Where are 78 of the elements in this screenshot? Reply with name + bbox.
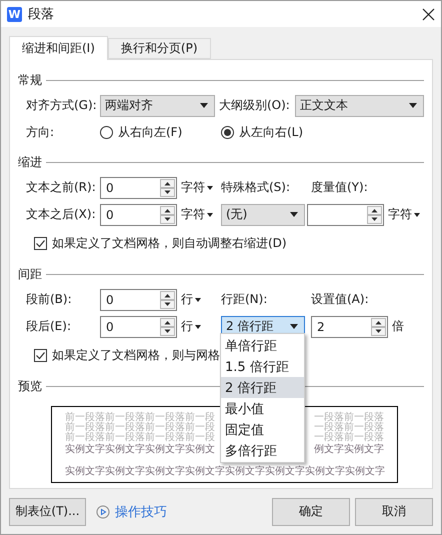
caret-icon	[207, 212, 213, 216]
number-field[interactable]: 0	[100, 288, 177, 310]
section-heading: 间距	[18, 266, 42, 282]
alignment-select[interactable]: 两端对齐	[100, 94, 215, 116]
unit-dropdown[interactable]: 字符	[181, 206, 205, 223]
number-field[interactable]: 2	[311, 316, 388, 338]
spinner-arrows-icon[interactable]	[160, 290, 175, 308]
field-label: 段后(E):	[26, 318, 72, 335]
spinner-arrows-icon[interactable]	[367, 206, 382, 224]
tab[interactable]: 换行和分页(P)	[108, 38, 211, 59]
field-label: 行距(N):	[221, 291, 268, 308]
preview-text: 一段落前一段落	[314, 413, 384, 423]
section-heading: 缩进	[18, 154, 42, 170]
preview-text: 实例文字实例文字实例文字实例文	[65, 445, 215, 455]
menu-item[interactable]: 固定值	[221, 419, 304, 440]
caret-icon	[409, 103, 417, 108]
spinner-arrows-icon[interactable]	[371, 318, 386, 336]
preview-text: 一段落前一段落	[314, 423, 384, 433]
checkbox[interactable]	[34, 348, 47, 362]
section-heading: 预览	[18, 378, 42, 394]
field-label: 段前(B):	[26, 291, 73, 308]
cancel-button[interactable]: 取消	[355, 498, 433, 526]
caret-icon	[290, 324, 298, 329]
play-icon	[96, 504, 110, 518]
caret-icon	[414, 212, 420, 216]
radio-label[interactable]: 从左向右(L)	[239, 124, 304, 141]
caret-icon	[195, 298, 201, 302]
radio-label[interactable]: 从右向左(F)	[118, 124, 221, 141]
special-format-select[interactable]: (无)	[221, 204, 305, 226]
preview-text: 实例文字实例文字实例文字实例文字实例文字实例文字实例文字实例文字	[65, 467, 385, 477]
number-field[interactable]: 0	[100, 316, 177, 338]
field-label: 设置值(A):	[311, 291, 370, 308]
menu-item[interactable]: 单倍行距	[221, 335, 304, 356]
menu-item[interactable]: 多倍行距	[221, 440, 304, 461]
number-field[interactable]: 0	[100, 204, 177, 226]
number-field[interactable]	[307, 204, 384, 226]
radio-button[interactable]	[100, 126, 113, 139]
checkbox[interactable]	[34, 236, 47, 250]
unit-dropdown[interactable]: 行	[181, 291, 193, 308]
checkbox-label[interactable]: 如果定义了文档网格，则自动调整右缩进(D)	[52, 234, 287, 252]
radio-button[interactable]	[221, 126, 234, 139]
unit-dropdown[interactable]: 行	[181, 318, 193, 335]
unit-dropdown[interactable]: 字符	[181, 179, 205, 196]
field-label: 特殊格式(S):	[221, 179, 292, 196]
spinner-arrows-icon[interactable]	[160, 206, 175, 224]
window-title: 段落	[28, 6, 55, 23]
caret-icon	[195, 324, 201, 328]
outline-level-select[interactable]: 正文文本	[295, 94, 424, 116]
preview-text: 前一段落前一段落前一段落前一段	[65, 433, 215, 443]
section-heading: 常规	[18, 72, 42, 88]
preview-text: 前一段落前一段落前一段落前一段	[65, 423, 215, 433]
field-label: 文本之前(R):	[26, 179, 97, 196]
menu-item[interactable]: 最小值	[221, 398, 304, 419]
field-label: 文本之后(X):	[26, 206, 97, 223]
app-icon: W	[7, 6, 22, 22]
close-icon[interactable]	[422, 8, 435, 20]
spinner-arrows-icon[interactable]	[160, 318, 175, 336]
field-label: 方向:	[26, 124, 56, 141]
menu-item[interactable]: 2 倍行距	[221, 377, 304, 398]
preview-text: 一段落前一段落	[314, 433, 384, 443]
number-field[interactable]: 0	[100, 176, 177, 198]
ok-button[interactable]: 确定	[272, 498, 350, 526]
caret-icon	[207, 186, 213, 190]
tab-stops-button[interactable]: 制表位(T)...	[9, 498, 86, 526]
tips-link[interactable]: 操作技巧	[96, 502, 167, 520]
tab[interactable]: 缩进和间距(I)	[9, 36, 108, 60]
caret-icon	[290, 212, 298, 217]
field-label: 大纲级别(O):	[218, 97, 291, 114]
caret-icon	[200, 103, 208, 108]
field-label: 度量值(Y):	[311, 179, 369, 196]
unit-dropdown[interactable]: 字符	[388, 206, 412, 223]
checkbox-label[interactable]: 如果定义了文档网格，则与网格	[52, 346, 220, 364]
preview-text: 前一段落前一段落前一段落前一段	[65, 413, 215, 423]
menu-item[interactable]: 1.5 倍行距	[221, 356, 304, 377]
preview-text: 例文字实例文字	[314, 445, 384, 455]
spinner-arrows-icon[interactable]	[160, 178, 175, 196]
field-label: 对齐方式(G):	[26, 97, 98, 114]
unit-label: 倍	[392, 318, 404, 335]
